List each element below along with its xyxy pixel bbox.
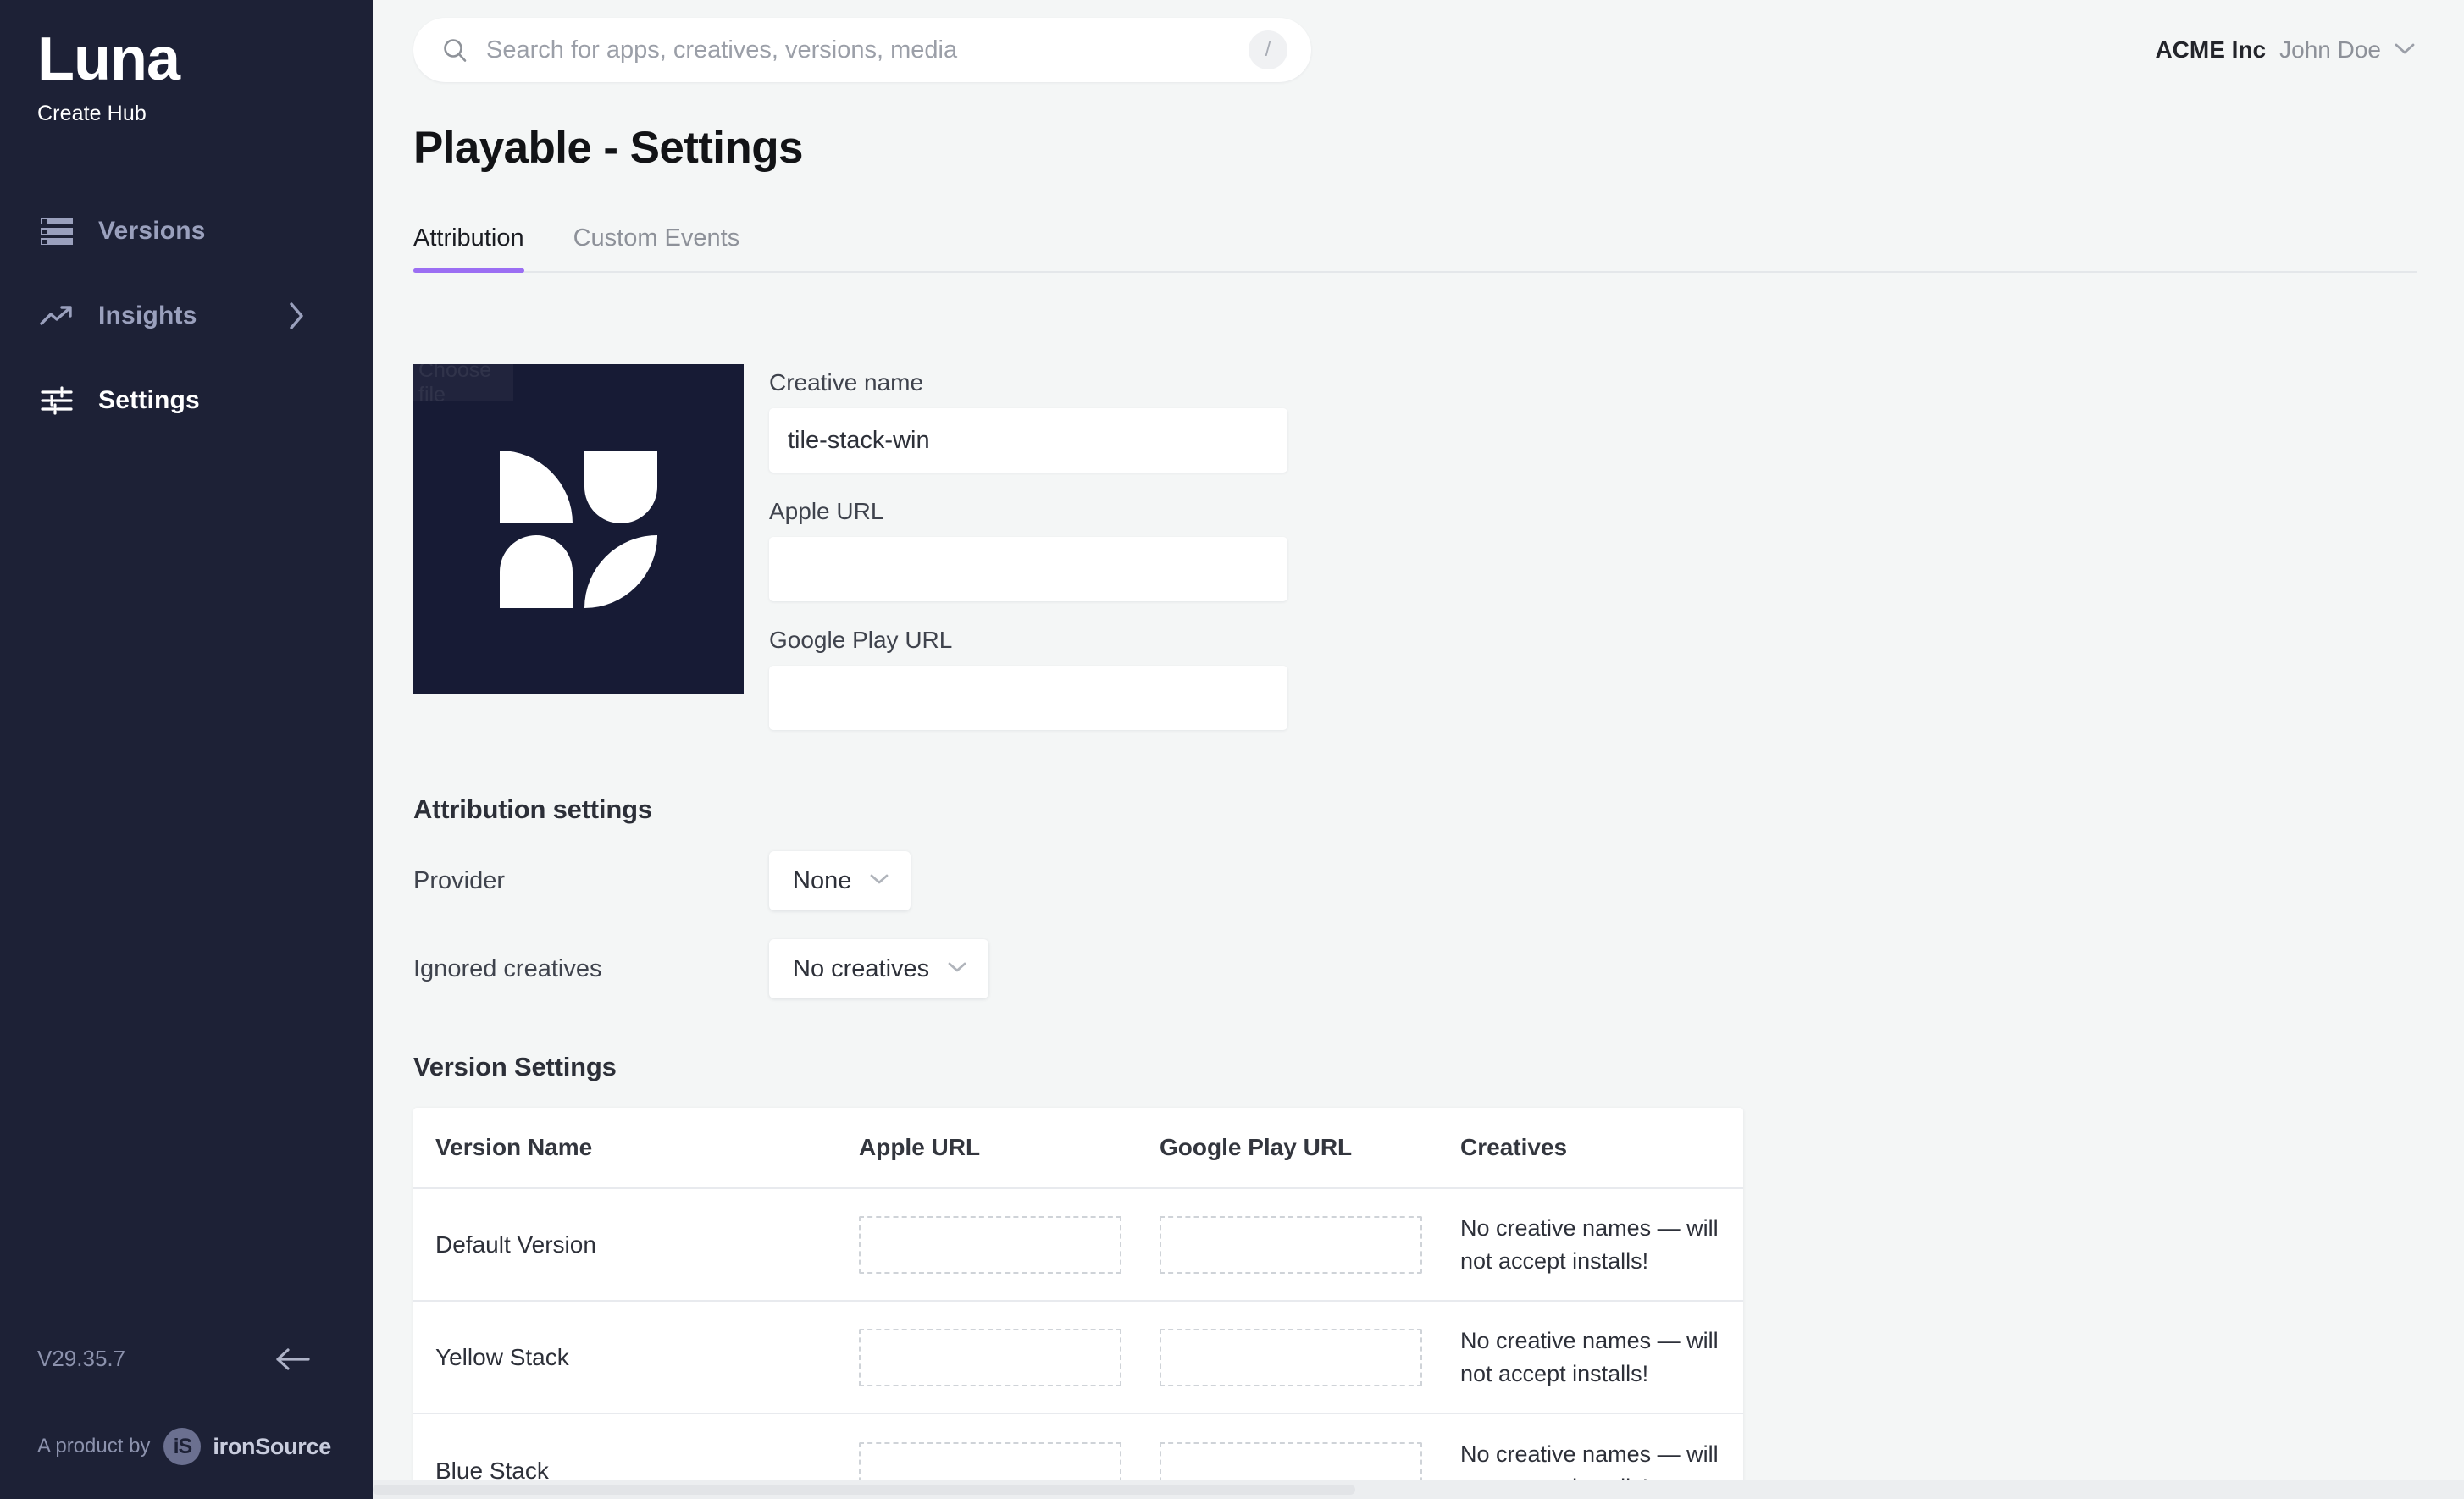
tab-attribution[interactable]: Attribution (413, 224, 524, 273)
table-header-cell: Version Name (413, 1134, 837, 1161)
tab-bar: Attribution Custom Events (413, 224, 2417, 273)
field-apple-url: Apple URL (769, 498, 1287, 601)
sidebar-item-settings[interactable]: Settings (0, 358, 373, 443)
dropdown-value: No creatives (793, 954, 930, 982)
ignored-creatives-dropdown[interactable]: No creatives (769, 939, 989, 998)
org-name: ACME Inc (2155, 36, 2267, 63)
chevron-right-icon[interactable] (286, 300, 307, 332)
sliders-icon (37, 381, 76, 420)
version-name: Default Version (435, 1231, 596, 1258)
table-header-cell: Apple URL (837, 1134, 1138, 1161)
tab-custom-events[interactable]: Custom Events (573, 224, 740, 271)
table-header-cell: Google Play URL (1138, 1134, 1438, 1161)
sidebar-item-insights[interactable]: Insights (0, 274, 373, 358)
row-google-play-url-input[interactable] (1160, 1215, 1422, 1274)
sidebar-footer: V29.35.7 A product by iS ironSource (0, 1346, 373, 1499)
search-bar[interactable]: / (413, 18, 1311, 82)
sidebar-item-versions[interactable]: Versions (0, 189, 373, 274)
table-header-cell: Creatives (1438, 1134, 1743, 1161)
ironsource-badge-icon: iS (163, 1428, 202, 1465)
field-google-play-url: Google Play URL (769, 627, 1287, 730)
field-label: Apple URL (769, 498, 884, 524)
column-label: Creatives (1460, 1134, 1568, 1160)
product-by: A product by iS ironSource (37, 1428, 335, 1465)
sidebar-item-label: Insights (98, 301, 197, 329)
creatives-warning: No creative names — will not accept inst… (1460, 1328, 1719, 1386)
apple-url-cell (837, 1215, 1138, 1274)
version-settings-title: Version Settings (413, 1052, 617, 1081)
user-name: John Doe (2279, 36, 2381, 63)
apple-url-cell (837, 1328, 1138, 1386)
setting-row-provider: Provider None (413, 849, 2417, 913)
row-google-play-url-input[interactable] (1160, 1328, 1422, 1386)
field-label: Creative name (769, 369, 924, 395)
apple-url-input[interactable] (769, 537, 1287, 601)
version-settings-table: Version Name Apple URL Google Play URL C… (413, 1108, 1743, 1499)
row-apple-url-input[interactable] (859, 1328, 1121, 1386)
ironsource-name: ironSource (213, 1433, 331, 1459)
sidebar: Luna Create Hub Versions Insights Settin… (0, 0, 373, 1499)
horizontal-scrollbar[interactable] (373, 1480, 2464, 1499)
list-versions-icon (37, 212, 76, 251)
chevron-down-icon (868, 872, 890, 890)
creative-fields: Creative name Apple URL Google Play URL (769, 364, 1287, 755)
attribution-settings-title: Attribution settings (413, 794, 652, 824)
creative-block: Choose file Creative name Apple URL (413, 364, 2417, 755)
creatives-cell: No creative names — will not accept inst… (1438, 1325, 1743, 1390)
topbar: / ACME Inc John Doe (373, 0, 2464, 100)
google-play-url-cell (1138, 1328, 1438, 1386)
field-creative-name: Creative name (769, 369, 1287, 473)
google-play-url-cell (1138, 1215, 1438, 1274)
sidebar-item-label: Settings (98, 386, 200, 414)
chevron-down-icon[interactable] (2393, 41, 2417, 60)
setting-row-ignored-creatives: Ignored creatives No creatives (413, 937, 2417, 1001)
scrollbar-thumb[interactable] (373, 1485, 1355, 1495)
arrow-left-icon[interactable] (274, 1347, 312, 1372)
column-label: Apple URL (859, 1134, 981, 1160)
google-play-url-input[interactable] (769, 666, 1287, 730)
page-content: Playable - Settings Attribution Custom E… (373, 122, 2464, 1499)
creatives-warning: No creative names — will not accept inst… (1460, 1215, 1719, 1274)
table-header-row: Version Name Apple URL Google Play URL C… (413, 1108, 1743, 1189)
choose-file-button[interactable]: Choose file (413, 364, 513, 407)
table-row: Default Version No creative names — will… (413, 1189, 1743, 1302)
table-row: Yellow Stack No creative names — will no… (413, 1302, 1743, 1414)
search-icon (442, 37, 468, 63)
app-version: V29.35.7 (37, 1346, 126, 1371)
field-label: Google Play URL (769, 627, 953, 653)
brand-logo: Luna (37, 25, 180, 93)
version-name: Blue Stack (435, 1457, 549, 1484)
user-menu[interactable]: ACME Inc John Doe (2155, 36, 2417, 64)
product-by-label: A product by (37, 1435, 151, 1458)
creative-name-input[interactable] (769, 408, 1287, 473)
version-name-cell: Default Version (413, 1231, 837, 1258)
dropdown-value: None (793, 866, 852, 894)
column-label: Google Play URL (1160, 1134, 1353, 1160)
column-label: Version Name (435, 1134, 593, 1160)
search-input[interactable] (486, 36, 1249, 64)
luna-tile-logo-icon (500, 451, 657, 608)
sidebar-nav: Versions Insights Settings (0, 189, 373, 443)
page-title: Playable - Settings (413, 123, 803, 173)
version-row: V29.35.7 (37, 1346, 335, 1372)
search-shortcut-badge: / (1249, 30, 1287, 69)
brand-subtitle: Create Hub (37, 102, 147, 125)
creatives-cell: No creative names — will not accept inst… (1438, 1212, 1743, 1277)
app-root: Luna Create Hub Versions Insights Settin… (0, 0, 2464, 1499)
chevron-down-icon (946, 960, 968, 978)
provider-dropdown[interactable]: None (769, 851, 911, 910)
sidebar-item-label: Versions (98, 217, 206, 245)
creative-thumbnail[interactable]: Choose file (413, 364, 744, 694)
setting-label: Provider (413, 866, 505, 894)
brand: Luna Create Hub (0, 0, 373, 126)
row-apple-url-input[interactable] (859, 1215, 1121, 1274)
main-area: / ACME Inc John Doe Playable - Settings … (373, 0, 2464, 1499)
setting-label: Ignored creatives (413, 954, 602, 982)
trending-up-icon (37, 296, 76, 335)
version-name: Yellow Stack (435, 1343, 569, 1370)
version-name-cell: Yellow Stack (413, 1344, 837, 1371)
